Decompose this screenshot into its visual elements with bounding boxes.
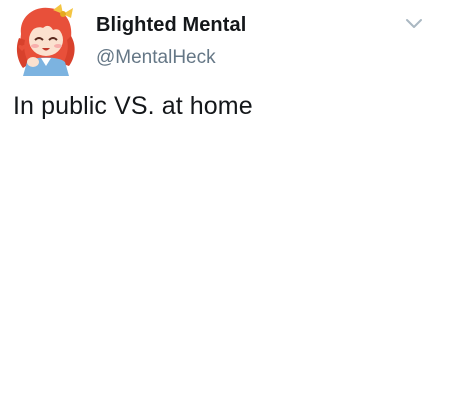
author-handle[interactable]: @MentalHeck (96, 47, 216, 69)
tweet-menu-button[interactable] (404, 16, 424, 30)
author-display-name[interactable]: Blighted Mental (96, 14, 246, 37)
anime-girl-avatar-icon (13, 4, 79, 76)
tweet-text: In public VS. at home (13, 92, 253, 120)
chevron-down-icon (406, 19, 422, 28)
author-avatar[interactable] (13, 4, 79, 76)
tweet-card: Blighted Mental @MentalHeck In public VS… (0, 0, 450, 400)
